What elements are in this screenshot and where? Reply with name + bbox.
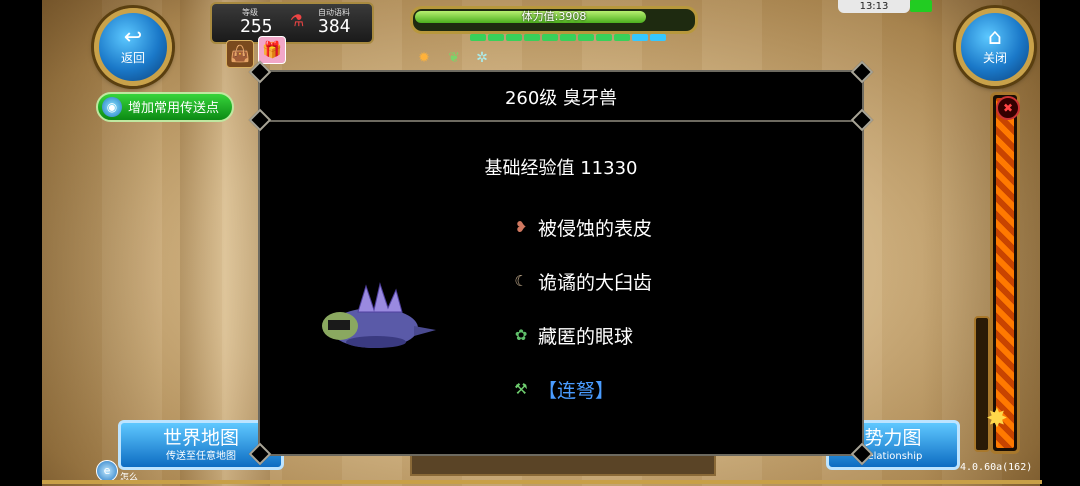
close-button[interactable]: ⌂ 关闭	[956, 8, 1034, 86]
hide-icon: ❥	[514, 218, 528, 236]
gauge-fill	[996, 98, 1014, 448]
eyeball-icon: ✿	[514, 326, 528, 344]
bottom-edge	[42, 480, 1042, 484]
stamina-bar: 体力值:3908	[410, 6, 698, 34]
chat-icon[interactable]: e	[96, 460, 118, 482]
clock: 13:13	[838, 0, 910, 13]
stats-plate: 等级 255 ⚗ 自动语料 384	[210, 2, 374, 44]
dialog-title-bar: 260级 臭牙兽	[260, 72, 862, 122]
energy-segment	[524, 34, 540, 41]
drop-item-name: 被侵蚀的表皮	[538, 218, 653, 240]
drop-item-name: 【连弩】	[538, 380, 615, 402]
drop-item-name: 藏匿的眼球	[538, 326, 634, 348]
bag-icon[interactable]: 👜	[226, 40, 254, 68]
globe-icon: ◉	[102, 97, 122, 117]
left-letterbox	[0, 0, 42, 486]
potion-icon: ⚗	[289, 11, 305, 30]
level-value: 255	[240, 16, 273, 37]
energy-segment	[614, 34, 630, 41]
spirit-buff-icon: ✲	[476, 50, 488, 66]
energy-segment	[542, 34, 558, 41]
energy-segments	[470, 34, 666, 42]
stamina-label: 体力值:3908	[521, 10, 587, 23]
bottom-info-strip	[410, 454, 716, 476]
back-arrow-icon: ↩	[123, 25, 143, 50]
back-button[interactable]: ↩ 返回	[94, 8, 172, 86]
energy-segment	[632, 34, 648, 41]
energy-segment	[650, 34, 666, 41]
right-letterbox	[1040, 0, 1080, 486]
gift-icon[interactable]: 🎁	[258, 36, 286, 64]
energy-segment	[560, 34, 576, 41]
home-icon: ⌂	[988, 25, 1002, 50]
spark-effect-icon: ✸	[986, 404, 1008, 434]
monster-sprite	[322, 282, 436, 348]
drop-item-name: 诡谲的大臼齿	[538, 272, 653, 294]
game-screen: ↩ 返回 等级 255 ⚗ 自动语料 384 👜 🎁 体力值:3908 ✹ ❦ …	[0, 0, 1080, 486]
gauge-cap-icon: ✖	[996, 96, 1020, 120]
energy-segment	[506, 34, 522, 41]
base-exp-line: 基础经验值 11330	[484, 158, 638, 179]
close-button-label: 关闭	[982, 51, 1007, 65]
clock-time: 13:13	[859, 1, 889, 12]
leaf-buff-icon: ❦	[448, 50, 460, 66]
monster-title: 260级 臭牙兽	[504, 88, 618, 109]
auto-potion-value: 384	[318, 16, 351, 37]
add-teleport-point-label: 增加常用传送点	[128, 101, 220, 116]
right-vertical-gauge	[990, 92, 1020, 454]
battery-icon	[910, 0, 932, 12]
version-label: 4.0.60a(162)	[960, 462, 1033, 473]
energy-segment	[488, 34, 504, 41]
energy-segment	[470, 34, 486, 41]
energy-segment	[578, 34, 594, 41]
back-button-label: 返回	[120, 51, 145, 65]
energy-segment	[596, 34, 612, 41]
tooth-icon: ☾	[514, 272, 528, 290]
add-teleport-point-button[interactable]: ◉ 增加常用传送点	[96, 92, 234, 122]
monster-info-dialog: 260级 臭牙兽 基础经验值 11330 ❥ 被侵蚀的表皮 ☾ 诡谲的大臼齿 ✿ 藏匿的眼…	[248, 60, 874, 466]
crossbow-icon: ⚒	[514, 380, 528, 398]
sun-buff-icon: ✹	[418, 50, 430, 66]
